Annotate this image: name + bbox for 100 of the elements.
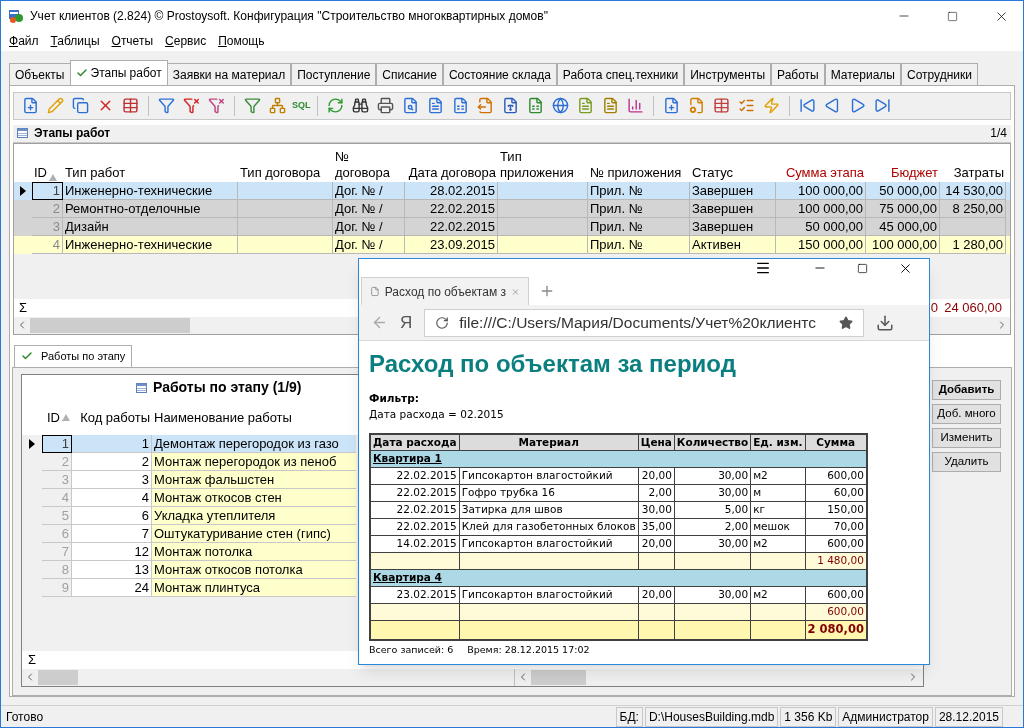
column-header[interactable]: Тип работ xyxy=(63,143,238,182)
table-cell: 1 280,00 xyxy=(940,235,1006,254)
table-cell: 30,00 xyxy=(674,484,751,502)
tab[interactable]: Работы xyxy=(771,63,825,85)
new-tab-icon[interactable] xyxy=(539,283,555,299)
filter-icon[interactable] xyxy=(158,97,175,115)
table-cell: Дог. № / xyxy=(333,199,405,218)
tab[interactable]: Инструменты xyxy=(684,63,772,85)
column-header[interactable]: Код работы xyxy=(72,400,152,435)
tab[interactable]: Этапы работ xyxy=(69,60,168,85)
first-icon[interactable] xyxy=(799,97,816,115)
column-header[interactable]: Затраты xyxy=(940,143,1006,182)
scroll-thumb[interactable] xyxy=(38,669,78,685)
table-cell: 75 000,00 xyxy=(866,199,940,218)
scroll-thumb[interactable] xyxy=(531,669,586,685)
maximize-icon[interactable] xyxy=(857,262,868,274)
browser-logo[interactable]: Я xyxy=(400,309,413,336)
print-icon[interactable] xyxy=(377,97,394,115)
menu-item[interactable]: Файл xyxy=(9,32,39,50)
tab[interactable]: Поступление xyxy=(291,63,377,85)
sql-button[interactable]: SQL xyxy=(292,99,310,113)
action-button[interactable]: Изменить xyxy=(932,427,1001,448)
document-icon[interactable] xyxy=(577,97,594,115)
group-link[interactable]: Квартира 1 xyxy=(373,452,442,465)
column-header[interactable]: Бюджет xyxy=(866,143,940,182)
action-button[interactable]: Доб. много xyxy=(932,403,1001,424)
file-plus-icon[interactable] xyxy=(663,97,680,115)
menu-item[interactable]: Таблицы xyxy=(50,32,100,50)
record-counter: 1/4 xyxy=(990,125,1007,143)
table-cell: 2,00 xyxy=(674,518,751,536)
globe-icon[interactable] xyxy=(552,97,569,115)
table-icon[interactable] xyxy=(713,97,730,115)
document-icon[interactable] xyxy=(427,97,444,115)
scroll-thumb[interactable] xyxy=(30,317,190,333)
maximize-icon[interactable] xyxy=(947,10,958,22)
filter-icon[interactable] xyxy=(244,97,261,115)
table-cell: 22.02.2015 xyxy=(370,518,460,536)
download-icon[interactable] xyxy=(876,313,895,332)
table-delete-icon[interactable] xyxy=(122,97,139,115)
menu-item[interactable]: Помощь xyxy=(218,32,265,50)
panel-title: Этапы работ xyxy=(34,125,111,143)
menu-icon[interactable] xyxy=(755,260,771,276)
tab[interactable]: Списание xyxy=(376,63,443,85)
menu-item[interactable]: Сервис xyxy=(165,32,207,50)
tab[interactable]: Работа спец.техники xyxy=(556,63,685,85)
refresh-icon[interactable] xyxy=(327,97,344,115)
table-cell: Завершен xyxy=(690,199,776,218)
tab[interactable]: Объекты xyxy=(9,63,71,85)
file-settings-icon[interactable] xyxy=(688,97,705,115)
table-cell: 100 000,00 xyxy=(776,181,866,200)
grid-icon xyxy=(17,128,28,139)
sum-cell-text: 0 xyxy=(930,299,938,318)
table-cell: 30,00 xyxy=(674,535,751,553)
database-path: D:\HousesBuilding.mdb xyxy=(644,706,779,727)
file-plus-icon[interactable] xyxy=(22,97,39,115)
action-button[interactable]: Добавить xyxy=(932,379,1001,400)
window-title: Учет клиентов (2.824) © Prostoysoft. Конфигурация "Строительство многоквартирных домов" xyxy=(30,8,548,25)
tree-icon[interactable] xyxy=(269,97,286,115)
preview-icon[interactable] xyxy=(402,97,419,115)
filter-remove-icon[interactable] xyxy=(208,97,225,115)
spreadsheet-icon[interactable] xyxy=(527,97,544,115)
column-header[interactable]: № договора xyxy=(333,143,405,182)
table-cell: м xyxy=(750,484,805,502)
document-icon[interactable] xyxy=(602,97,619,115)
table-cell: Гипсокартон влагостойкий xyxy=(459,535,639,553)
column-header[interactable]: ID xyxy=(42,400,72,435)
filter-remove-icon[interactable] xyxy=(183,97,200,115)
tab[interactable]: Материалы xyxy=(824,63,901,85)
column-header[interactable]: Тип договора xyxy=(238,143,333,182)
word-document-icon[interactable] xyxy=(502,97,519,115)
tab[interactable]: Сотрудники xyxy=(901,63,978,85)
column-header[interactable]: ID xyxy=(32,143,63,182)
tab[interactable]: Работы по этапу xyxy=(14,344,133,367)
address-bar[interactable]: file:///C:/Users/Мария/Documents/Учет%20клиентс xyxy=(424,308,865,337)
column-header[interactable]: Дата договора xyxy=(405,143,498,182)
sum-symbol: Σ xyxy=(26,651,37,670)
table-cell: Гофро трубка 16 xyxy=(459,484,639,502)
last-icon[interactable] xyxy=(874,97,891,115)
tab[interactable]: Состояние склада xyxy=(442,63,557,85)
column-header[interactable]: Тип приложения xyxy=(498,143,588,182)
table-cell: Клей для газобетонных блоков xyxy=(459,518,639,536)
column-header[interactable]: Статус xyxy=(690,143,776,182)
column-header[interactable]: № приложения xyxy=(588,143,690,182)
menu-item[interactable]: Отчеты xyxy=(111,32,154,50)
bar-chart-icon[interactable] xyxy=(627,97,644,115)
action-button[interactable]: Удалить xyxy=(932,451,1001,472)
browser-tab[interactable]: Расход по объектам з xyxy=(361,277,529,305)
spreadsheet-icon[interactable] xyxy=(452,97,469,115)
reload-icon[interactable] xyxy=(435,315,450,330)
column-header[interactable]: Сумма этапа xyxy=(776,143,866,182)
copy-icon[interactable] xyxy=(72,97,89,115)
tab[interactable]: Заявки на материал xyxy=(166,63,292,85)
bookmark-star-icon[interactable] xyxy=(839,315,854,330)
column-header[interactable]: Наименование работы xyxy=(152,400,356,435)
next-icon[interactable] xyxy=(849,97,866,115)
previous-icon[interactable] xyxy=(824,97,841,115)
group-link[interactable]: Квартира 4 xyxy=(373,571,442,584)
binoculars-icon[interactable] xyxy=(352,97,369,115)
table-cell: 20,00 xyxy=(638,535,675,553)
export-icon[interactable] xyxy=(477,97,494,115)
